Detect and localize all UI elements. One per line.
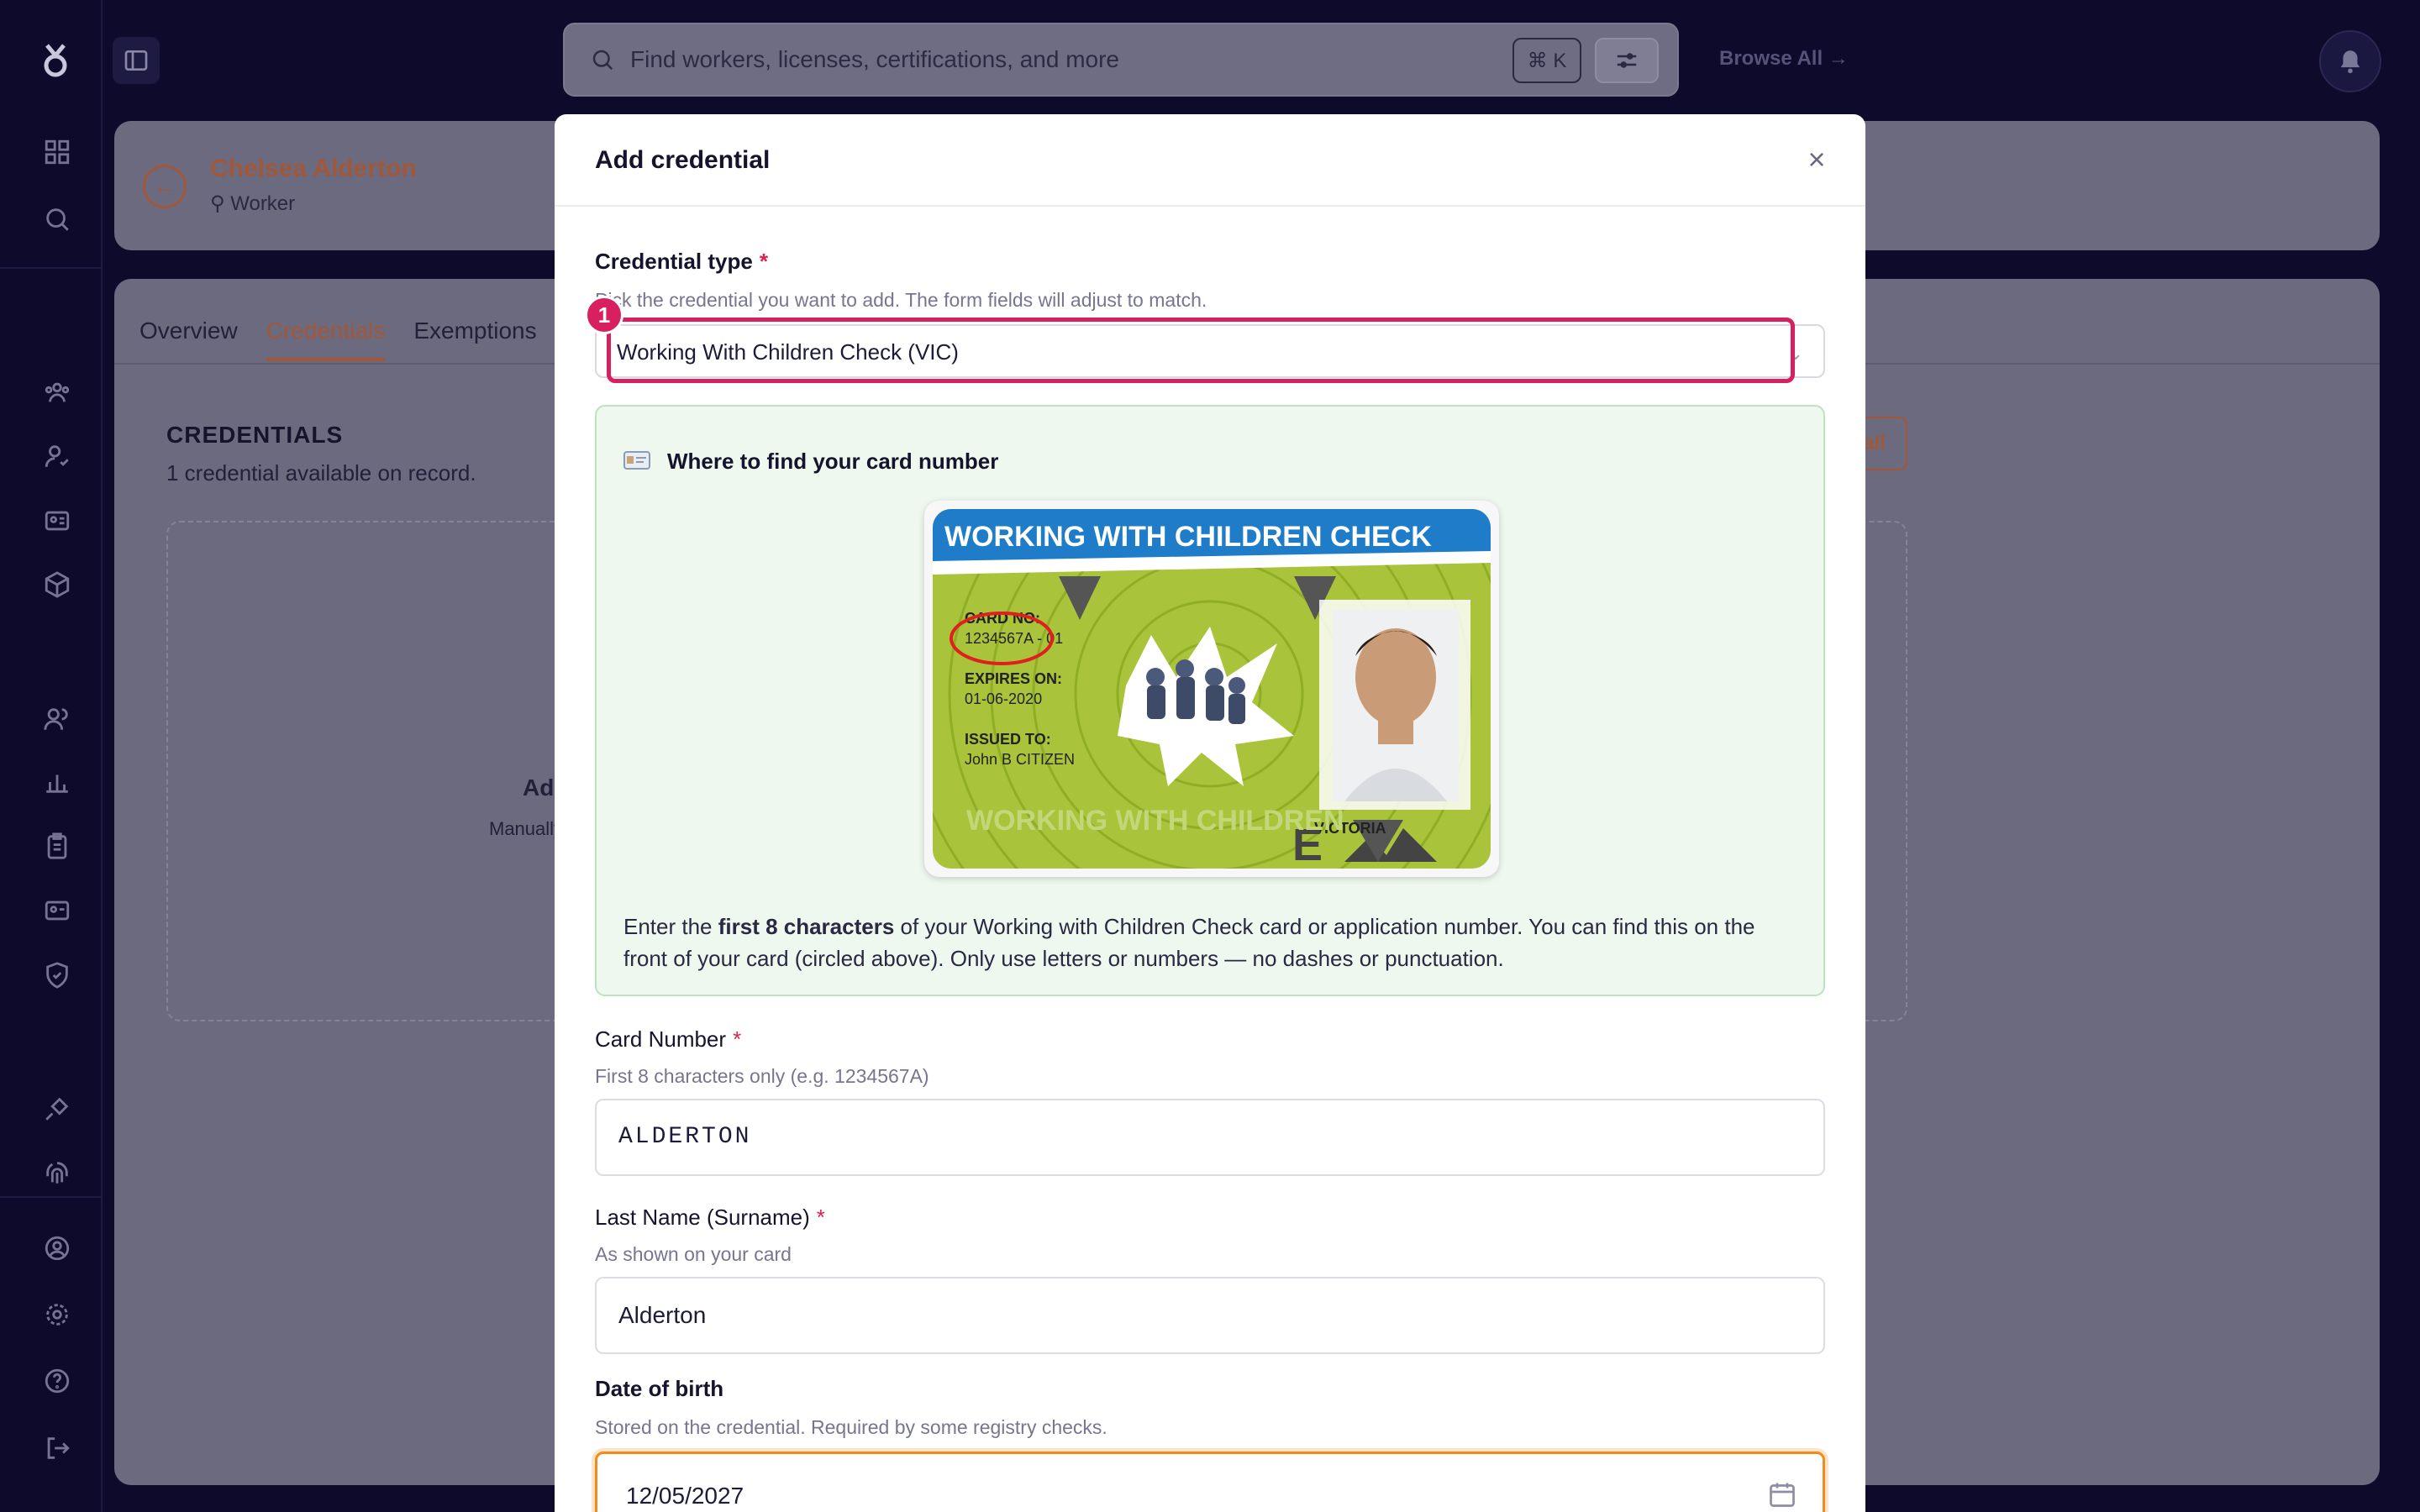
card-number-value: ALDERTON (618, 1124, 752, 1150)
worker-name: Chelsea Alderton (210, 155, 417, 182)
issued-value: John B CITIZEN (965, 751, 1075, 768)
sidebar-divider (0, 267, 103, 269)
last-name-label-text: Last Name (Surname) (595, 1205, 810, 1230)
help-icon[interactable] (37, 1361, 77, 1401)
clipboard-icon[interactable] (37, 826, 77, 866)
logout-icon[interactable] (37, 1428, 77, 1468)
card-number-help: First 8 characters only (e.g. 1234567A) (595, 1065, 929, 1087)
add-credential-modal: Add credential × Credential type * Pick t… (555, 114, 1865, 1512)
credential-type-select[interactable]: Working With Children Check (VIC) ⌄ (595, 324, 1825, 378)
bell-icon (2340, 50, 2360, 74)
modal-title: Add credential (595, 146, 771, 174)
user-check-icon[interactable] (37, 436, 77, 476)
team-icon[interactable] (37, 372, 77, 412)
card-heading: WORKING WITH CHILDREN CHECK (944, 521, 1432, 553)
shield-check-icon[interactable] (37, 955, 77, 995)
credential-type-label-text: Credential type (595, 249, 753, 274)
dob-value: 12/05/2027 (626, 1483, 744, 1509)
dob-help: Stored on the credential. Required by so… (595, 1416, 1107, 1438)
card-number-label: Card Number * (595, 1026, 741, 1053)
sidebar (0, 0, 103, 1512)
wwcc-card-illustration: VICTORIA E WORKING WITH CHILDREN WORKING… (933, 509, 1491, 869)
close-icon[interactable]: × (1802, 144, 1832, 175)
browse-all-link[interactable]: Browse All → (1719, 47, 1849, 71)
card-watermark: WORKING WITH CHILDREN (966, 805, 1344, 837)
modal-header: Add credential × (555, 114, 1865, 207)
sample-card-image: VICTORIA E WORKING WITH CHILDREN WORKING… (924, 501, 1499, 877)
worker-role: ⚲ Worker (210, 192, 295, 216)
search-icon[interactable] (37, 199, 77, 239)
fingerprint-icon[interactable] (37, 1152, 77, 1193)
card-number-help-box: Where to find your card number VICTORIA … (595, 405, 1825, 996)
required-marker: * (733, 1026, 742, 1052)
help-text-part: Enter the (623, 914, 718, 939)
id-card-icon (623, 451, 650, 470)
dashboard-icon[interactable] (37, 132, 77, 172)
search-input[interactable]: Find workers, licenses, certifications, … (630, 46, 1119, 73)
back-button[interactable]: ← (143, 165, 187, 208)
badge-icon[interactable] (37, 890, 77, 931)
tab-overview[interactable]: Overview (139, 318, 238, 361)
issued-label: ISSUED TO: (965, 731, 1051, 748)
credential-type-value: Working With Children Check (VIC) (617, 339, 959, 365)
card-no-value: 1234567A - 01 (965, 630, 1063, 647)
arrow-left-icon: ← (153, 173, 176, 199)
tab-exemptions[interactable]: Exemptions (413, 318, 536, 361)
required-marker: * (816, 1205, 825, 1230)
help-box-text: Enter the first 8 characters of your Wor… (623, 911, 1800, 974)
dob-input[interactable]: 12/05/2027 (595, 1452, 1825, 1512)
dob-label: Date of birth (595, 1376, 724, 1401)
annotation-badge: 1 (585, 296, 623, 334)
plug-icon[interactable] (37, 1089, 77, 1129)
chevron-down-icon: ⌄ (1787, 343, 1803, 364)
chart-icon[interactable] (37, 762, 77, 802)
package-icon[interactable] (37, 564, 77, 605)
sidebar-divider (0, 1196, 103, 1198)
settings-icon[interactable] (37, 1294, 77, 1335)
panel-icon (124, 50, 148, 71)
search-icon (592, 50, 613, 71)
app-logo[interactable] (39, 42, 72, 79)
last-name-value: Alderton (618, 1302, 707, 1328)
notifications-button[interactable] (2319, 30, 2381, 92)
expires-label: EXPIRES ON: (965, 670, 1062, 687)
tabs: Overview Credentials Exemptions (139, 318, 537, 361)
user-icon: ⚲ (210, 192, 231, 215)
id-card-icon[interactable] (37, 501, 77, 541)
help-text-bold: first 8 characters (718, 914, 895, 939)
card-number-label-text: Card Number (595, 1026, 727, 1052)
credentials-count: 1 credential available on record. (166, 460, 476, 486)
last-name-help: As shown on your card (595, 1243, 792, 1265)
profile-icon[interactable] (37, 1228, 77, 1268)
sliders-icon (1617, 53, 1637, 68)
calendar-icon[interactable] (1767, 1479, 1797, 1509)
credential-type-label: Credential type * (595, 249, 768, 275)
help-box-title: Where to find your card number (667, 449, 999, 474)
credentials-heading: CREDENTIALS (166, 422, 344, 448)
last-name-label: Last Name (Surname) * (595, 1205, 825, 1231)
required-marker: * (759, 249, 768, 274)
filter-button[interactable] (1595, 38, 1659, 83)
credential-type-help: Pick the credential you want to add. The… (595, 289, 1207, 311)
tab-credentials[interactable]: Credentials (266, 318, 386, 361)
card-number-input[interactable]: ALDERTON (595, 1099, 1825, 1176)
dropzone-subtitle: Manually (489, 818, 564, 839)
sidebar-toggle-button[interactable] (113, 37, 160, 84)
users-icon[interactable] (37, 699, 77, 739)
expires-value: 01-06-2020 (965, 690, 1042, 707)
keyboard-shortcut-hint: ⌘ K (1512, 38, 1581, 83)
last-name-input[interactable]: Alderton (595, 1277, 1825, 1354)
global-search[interactable]: Find workers, licenses, certifications, … (563, 23, 1679, 97)
worker-role-label: Worker (230, 192, 296, 215)
